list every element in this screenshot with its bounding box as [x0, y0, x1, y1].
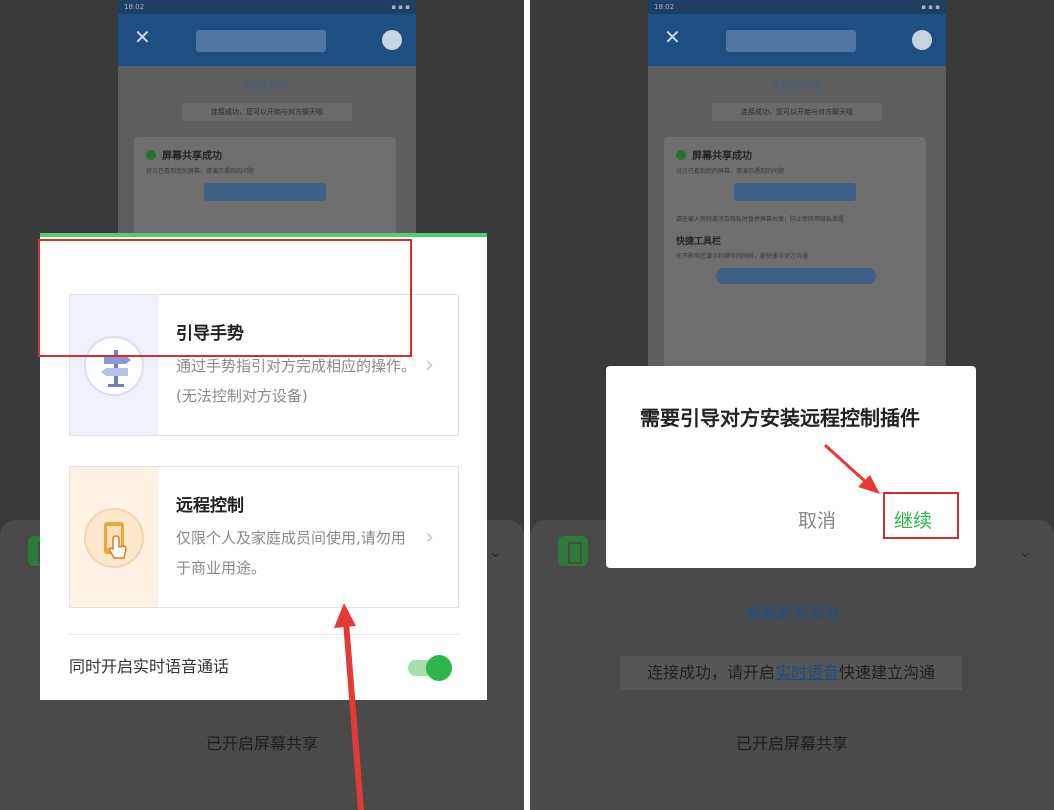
- close-icon[interactable]: ✕: [664, 27, 681, 47]
- bg-toolbar-title: 快捷工具栏: [676, 237, 722, 247]
- bg-connected-notice: 连接成功，您可以开始与对方聊天啦: [182, 103, 352, 121]
- helper-avatar-icon[interactable]: [382, 30, 402, 50]
- chevron-right-icon: ›: [425, 353, 434, 378]
- bg-share-desc: 对方已看到您的屏幕，请演示遇到的问题: [146, 168, 255, 175]
- connect-prefix: 连接成功，请开启: [646, 663, 775, 682]
- bg-share-control-bar: [734, 183, 856, 201]
- status-bar: 18:02 ▪ ▪ ▪: [648, 0, 946, 14]
- bg-quick-toolbar: [716, 268, 876, 284]
- status-time: 18:02: [124, 3, 145, 11]
- bg-toolbar-desc: 在不影响您演示和操作的同时，能快速与对方沟通: [676, 253, 809, 260]
- phone-app-icon: [558, 536, 588, 566]
- toggle-knob: [426, 655, 452, 681]
- bg-share-desc: 对方已看到您的屏幕，请演示遇到的问题: [676, 168, 785, 175]
- divider: [69, 634, 459, 635]
- bg-more-messages[interactable]: 查看更多消息: [118, 80, 416, 91]
- option-icon-panel: [70, 467, 158, 607]
- app-bar: ✕: [118, 14, 416, 66]
- bg-share-title-text: 屏幕共享成功: [692, 151, 752, 162]
- highlight-box-remote-control: [38, 239, 412, 357]
- highlight-box-continue: [883, 492, 959, 539]
- bg-connected-notice: 连接成功，您可以开始与对方聊天啦: [712, 103, 882, 121]
- check-icon: [676, 149, 686, 160]
- screen-share-status: 已开启屏幕共享: [735, 734, 848, 753]
- realtime-voice-link[interactable]: 实时语音: [775, 663, 839, 682]
- connect-voice-notice: 连接成功，请开启实时语音快速建立沟通: [620, 656, 962, 690]
- connect-suffix: 快速建立沟通: [839, 663, 936, 682]
- remote-control-option[interactable]: 远程控制 仅限个人及家庭成员间使用,请勿用于商业用途。 ›: [69, 466, 459, 608]
- voice-call-label: 同时开启实时语音通话: [69, 657, 230, 676]
- chevron-right-icon: ›: [425, 525, 434, 550]
- more-messages-link[interactable]: 查看更多消息: [530, 600, 1054, 624]
- chevron-down-icon[interactable]: ⌄: [489, 542, 502, 561]
- helper-avatar-icon[interactable]: [912, 30, 932, 50]
- screen-share-status: 已开启屏幕共享: [205, 734, 318, 753]
- bg-share-card: 屏幕共享成功 对方已看到您的屏幕，请演示遇到的问题 请在输入密码或涉及隐私时暂停…: [664, 137, 926, 367]
- status-icons: ▪ ▪ ▪: [391, 3, 410, 11]
- remote-option-title: 远程控制: [176, 496, 244, 516]
- voice-call-toggle[interactable]: [408, 655, 452, 681]
- phone-touch-icon: [84, 508, 144, 568]
- bg-share-title-text: 屏幕共享成功: [162, 151, 222, 162]
- status-icons: ▪ ▪ ▪: [921, 3, 940, 11]
- chevron-down-icon[interactable]: ⌄: [1019, 542, 1032, 561]
- check-icon: [146, 149, 156, 160]
- gesture-option-desc: 通过手势指引对方完成相应的操作。(无法控制对方设备): [176, 357, 417, 405]
- cancel-button[interactable]: 取消: [798, 506, 836, 533]
- close-icon[interactable]: ✕: [134, 27, 151, 47]
- blurred-title: [726, 30, 856, 52]
- status-time: 18:02: [654, 3, 675, 11]
- bg-share-control-bar: [204, 183, 326, 201]
- bg-share-title: 屏幕共享成功: [676, 147, 914, 162]
- bg-more-messages[interactable]: 查看更多消息: [648, 80, 946, 91]
- status-bar: 18:02 ▪ ▪ ▪: [118, 0, 416, 14]
- bg-privacy-tip: 请在输入密码或涉及隐私时暂停屏幕共享，防止密码等隐私泄露: [676, 216, 845, 223]
- bg-share-title: 屏幕共享成功: [146, 147, 384, 162]
- remote-option-desc: 仅限个人及家庭成员间使用,请勿用于商业用途。: [176, 529, 406, 577]
- dialog-message: 需要引导对方安装远程控制插件: [640, 406, 920, 430]
- blurred-title: [196, 30, 326, 52]
- app-bar: ✕: [648, 14, 946, 66]
